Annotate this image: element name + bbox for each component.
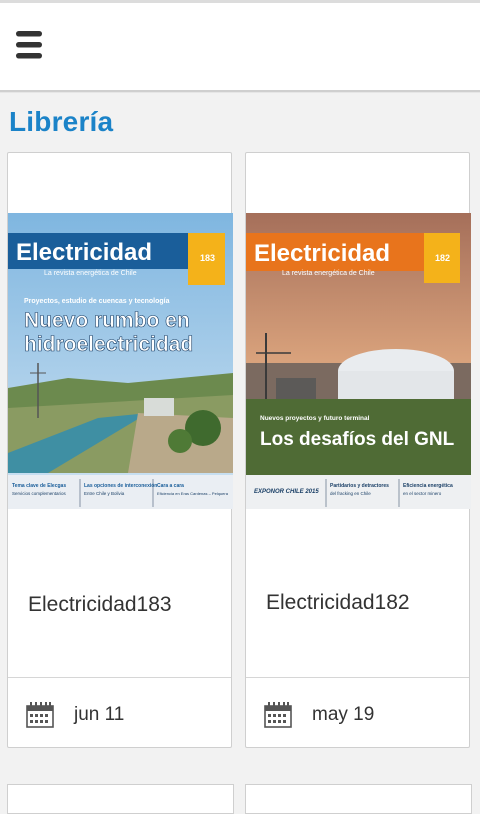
cover-tagline: La revista energética de Chile xyxy=(282,270,375,277)
library-item-card[interactable]: Electricidad La revista energética de Ch… xyxy=(7,152,233,748)
cover-kicker: Nuevos proyectos y futuro terminal xyxy=(260,415,370,422)
item-date: jun 11 xyxy=(74,704,125,725)
calendar-icon xyxy=(26,702,54,728)
cover-footer-text: Servicios complementarios xyxy=(12,491,67,496)
item-footer: may 19 xyxy=(246,677,469,748)
cover-issue: 182 xyxy=(435,253,450,263)
item-title: Electricidad183 xyxy=(28,593,172,616)
cover-tagline: La revista energética de Chile xyxy=(44,270,137,277)
cover-issue: 183 xyxy=(200,253,215,263)
cover-footer-text: del fracking en Chile xyxy=(330,491,371,496)
cover-brand: Electricidad xyxy=(254,240,390,267)
library-item-card[interactable] xyxy=(245,784,472,814)
item-footer: jun 11 xyxy=(8,677,231,748)
magazine-cover-image[interactable]: Electricidad La revista energética de Ch… xyxy=(8,213,233,509)
cover-brand: Electricidad xyxy=(16,239,152,266)
cover-footer-title: Cara a cara xyxy=(157,483,184,489)
cover-footer-title: Partidarios y detractores xyxy=(330,483,389,489)
hamburger-menu-icon[interactable] xyxy=(10,26,50,64)
cover-footer-logo: EXPONOR CHILE 2015 xyxy=(254,489,319,495)
cover-kicker: Proyectos, estudio de cuencas y tecnolog… xyxy=(24,298,170,305)
magazine-cover-image[interactable]: Electricidad La revista energética de Ch… xyxy=(246,213,471,509)
cover-footer-title: Tema clave de Elecgas xyxy=(12,483,66,489)
item-date: may 19 xyxy=(312,704,375,725)
library-item-card[interactable]: Electricidad La revista energética de Ch… xyxy=(245,152,471,748)
cover-footer-title: Las opciones de interconexión xyxy=(84,483,157,489)
cover-headline: Nuevo rumbo en xyxy=(24,309,190,332)
library-item-card[interactable] xyxy=(7,784,234,814)
item-title: Electricidad182 xyxy=(266,591,410,614)
cover-footer-title: Eficiencia energética xyxy=(403,483,453,489)
cover-headline: hidroelectricidad xyxy=(24,333,193,356)
calendar-icon xyxy=(264,702,292,728)
cover-footer-text: Eficiencia en Eras Cardenas – Pelquera xyxy=(157,491,229,496)
status-shadow xyxy=(0,0,480,3)
cover-footer-text: en el sector minero xyxy=(403,491,442,496)
cover-footer-text: Entre Chile y Bolivia xyxy=(84,491,125,496)
cover-headline: Los desafíos del GNL xyxy=(260,429,455,450)
page-title: Librería xyxy=(9,106,114,137)
top-app-bar xyxy=(0,0,480,92)
